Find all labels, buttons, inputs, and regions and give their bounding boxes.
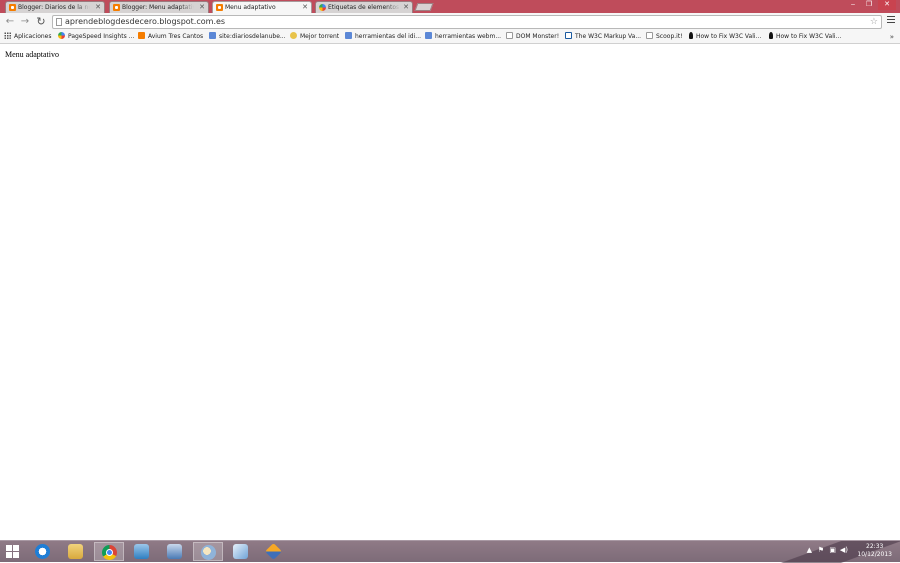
bookmark-scoopit[interactable]: Scoop.it! bbox=[646, 31, 683, 43]
pin-icon bbox=[769, 32, 773, 39]
bookmark-site-diarios[interactable]: site:diariosdelanube... bbox=[209, 31, 286, 43]
google-icon bbox=[345, 32, 352, 39]
apps-icon bbox=[4, 32, 11, 39]
chrome-icon bbox=[102, 545, 117, 560]
toolbar: ← → ↻ aprendeblogdesdecero.blogspot.com.… bbox=[0, 13, 900, 31]
forward-button[interactable]: → bbox=[18, 15, 32, 29]
close-icon[interactable]: ✕ bbox=[403, 2, 409, 13]
bookmark-aplicaciones[interactable]: Aplicaciones bbox=[4, 31, 51, 43]
close-window-button[interactable]: ✕ bbox=[878, 0, 896, 10]
new-tab-button[interactable] bbox=[414, 3, 434, 11]
tab-strip: Blogger: Diarios de la nub ✕ Blogger: Me… bbox=[0, 0, 900, 13]
bookmark-fix-w3c-2[interactable]: How to Fix W3C Vali... bbox=[769, 31, 841, 43]
bookmark-label: How to Fix W3C Vali... bbox=[696, 33, 762, 40]
taskbar-chrome-button[interactable] bbox=[94, 542, 124, 561]
folder-icon bbox=[68, 544, 83, 559]
taskbar-paint-button[interactable] bbox=[193, 542, 223, 561]
tab-menu-adaptativo[interactable]: Menu adaptativo ✕ bbox=[212, 1, 312, 13]
bookmark-w3c-markup[interactable]: The W3C Markup Va... bbox=[565, 31, 641, 43]
tab-blogger-diarios[interactable]: Blogger: Diarios de la nub ✕ bbox=[5, 1, 105, 13]
bookmark-label: How to Fix W3C Vali... bbox=[776, 33, 842, 40]
bookmark-herramientas-idi[interactable]: herramientas del idi... bbox=[345, 31, 421, 43]
tool-icon bbox=[265, 543, 282, 560]
bookmark-avium[interactable]: Avium Tres Cantos bbox=[138, 31, 203, 43]
multicolor-icon bbox=[319, 4, 326, 11]
close-icon[interactable]: ✕ bbox=[199, 2, 205, 13]
document-icon bbox=[646, 32, 653, 39]
taskbar-ie-button[interactable] bbox=[28, 542, 58, 561]
bookmark-fix-w3c-1[interactable]: How to Fix W3C Vali... bbox=[689, 31, 761, 43]
clock[interactable]: 22:33 10/12/2013 bbox=[857, 543, 892, 559]
tab-label: Blogger: Diarios de la nub bbox=[18, 4, 90, 11]
tab-label: Blogger: Menu adaptativo bbox=[122, 4, 194, 11]
tab-etiquetas[interactable]: Etiquetas de elementos de ✕ bbox=[315, 1, 413, 13]
document-icon bbox=[506, 32, 513, 39]
network-icon[interactable]: ▣ bbox=[829, 546, 836, 554]
blogger-icon bbox=[113, 4, 120, 11]
blogger-icon bbox=[9, 4, 16, 11]
page-icon bbox=[56, 18, 62, 26]
pin-icon bbox=[689, 32, 693, 39]
bookmarks-overflow-button[interactable]: » bbox=[890, 31, 894, 43]
taskbar-editor-button[interactable] bbox=[226, 542, 256, 561]
taskbar: ▲ ⚑ ▣ ◀) 22:33 10/12/2013 bbox=[0, 540, 900, 563]
bookmark-label: herramientas del idi... bbox=[355, 33, 422, 40]
w3c-icon bbox=[565, 32, 572, 39]
torrent-icon bbox=[290, 32, 297, 39]
bookmark-label: Mejor torrent bbox=[300, 33, 340, 40]
flag-icon[interactable]: ⚑ bbox=[818, 546, 824, 554]
app-icon bbox=[134, 544, 149, 559]
bookmark-label: site:diariosdelanube... bbox=[219, 33, 286, 40]
internet-explorer-icon bbox=[35, 544, 50, 559]
bookmark-label: PageSpeed Insights ... bbox=[68, 33, 135, 40]
editor-icon bbox=[233, 544, 248, 559]
bookmark-label: Scoop.it! bbox=[656, 33, 683, 40]
star-icon[interactable]: ☆ bbox=[870, 16, 878, 28]
taskbar-remote-button[interactable] bbox=[160, 542, 190, 561]
bookmark-mejor-torrent[interactable]: Mejor torrent bbox=[290, 31, 339, 43]
blogger-icon bbox=[216, 4, 223, 11]
restore-button[interactable]: ❐ bbox=[860, 0, 878, 10]
google-icon bbox=[425, 32, 432, 39]
tab-label: Menu adaptativo bbox=[225, 4, 276, 11]
bookmark-label: The W3C Markup Va... bbox=[575, 33, 642, 40]
blogger-icon bbox=[138, 32, 145, 39]
taskbar-tool-button[interactable] bbox=[259, 542, 289, 561]
page-heading-text: Menu adaptativo bbox=[5, 50, 59, 59]
close-icon[interactable]: ✕ bbox=[95, 2, 101, 13]
clock-time: 22:33 bbox=[866, 543, 884, 550]
tab-blogger-menu[interactable]: Blogger: Menu adaptativo ✕ bbox=[109, 1, 209, 13]
bookmark-label: Aplicaciones bbox=[14, 33, 52, 40]
address-bar[interactable]: aprendeblogdesdecero.blogspot.com.es ☆ bbox=[52, 15, 882, 29]
volume-icon[interactable]: ◀) bbox=[840, 546, 848, 554]
taskbar-explorer-button[interactable] bbox=[61, 542, 91, 561]
bookmark-dom-monster[interactable]: DOM Monster! bbox=[506, 31, 559, 43]
back-button[interactable]: ← bbox=[3, 15, 17, 29]
bookmark-label: Avium Tres Cantos bbox=[148, 33, 204, 40]
bookmarks-bar: Aplicaciones PageSpeed Insights ... Aviu… bbox=[0, 31, 900, 44]
tab-label: Etiquetas de elementos de bbox=[328, 4, 400, 11]
tray-expand-icon[interactable]: ▲ bbox=[807, 546, 812, 554]
close-icon[interactable]: ✕ bbox=[302, 2, 308, 13]
url-text: aprendeblogdesdecero.blogspot.com.es bbox=[65, 17, 226, 26]
taskbar-app-button[interactable] bbox=[127, 542, 157, 561]
windows-start-icon[interactable] bbox=[6, 545, 20, 558]
bookmark-label: herramientas webm... bbox=[435, 33, 502, 40]
bookmark-label: DOM Monster! bbox=[516, 33, 560, 40]
bookmark-herramientas-webm[interactable]: herramientas webm... bbox=[425, 31, 501, 43]
google-icon bbox=[209, 32, 216, 39]
bookmark-pagespeed[interactable]: PageSpeed Insights ... bbox=[58, 31, 134, 43]
clock-date: 10/12/2013 bbox=[857, 551, 892, 558]
paint-icon bbox=[201, 545, 216, 560]
browser-window: Blogger: Diarios de la nub ✕ Blogger: Me… bbox=[0, 0, 900, 540]
page-content: Menu adaptativo bbox=[0, 44, 900, 540]
pagespeed-icon bbox=[58, 32, 65, 39]
reload-button[interactable]: ↻ bbox=[34, 15, 48, 29]
remote-desktop-icon bbox=[167, 544, 182, 559]
chrome-menu-icon[interactable] bbox=[887, 16, 895, 24]
